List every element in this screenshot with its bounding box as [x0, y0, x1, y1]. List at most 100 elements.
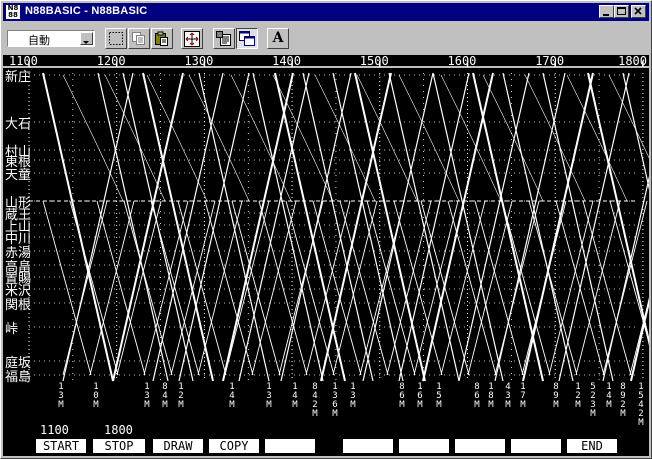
- fkey-2-stop[interactable]: STOP: [93, 439, 145, 453]
- express-train-line: [566, 74, 628, 202]
- train-line-up: [458, 72, 530, 382]
- train-number-label: 13M: [266, 382, 272, 410]
- local-train-line: [62, 200, 108, 376]
- station-label: 米沢: [5, 284, 31, 299]
- station-label: 中川: [5, 232, 31, 247]
- train-number-char: M: [520, 400, 526, 410]
- time-label: 1400: [272, 55, 301, 68]
- express-train-line: [440, 74, 502, 202]
- train-line-up: [362, 72, 434, 382]
- fkey-6[interactable]: [343, 439, 393, 453]
- local-train-line: [224, 200, 270, 376]
- express-train-line: [230, 74, 292, 202]
- time-label: 1800: [618, 55, 647, 68]
- local-train-line: [447, 200, 497, 376]
- font-icon[interactable]: A: [267, 28, 289, 49]
- train-number-char: M: [575, 400, 581, 410]
- local-train-line: [89, 200, 135, 376]
- train-line-up: [178, 72, 250, 382]
- train-line-up: [558, 72, 630, 382]
- fkey-10-end[interactable]: END: [567, 439, 617, 453]
- train-number-label: 14M: [229, 382, 235, 410]
- fkey-3-draw[interactable]: DRAW: [153, 439, 203, 453]
- fkey-4-copy[interactable]: COPY: [209, 439, 259, 453]
- train-number-char: M: [350, 400, 356, 410]
- train-number-label: 14M: [292, 382, 298, 410]
- train-line-down: [542, 72, 614, 382]
- toolbar: 自動 A: [3, 23, 649, 53]
- local-train-line: [467, 200, 513, 376]
- title-bar[interactable]: N8 88 N88BASIC - N88BASIC: [3, 3, 649, 21]
- train-number-char: M: [332, 409, 338, 419]
- time-label: 1500: [360, 55, 389, 68]
- train-number-char: M: [488, 400, 494, 410]
- train-lines: [42, 72, 649, 382]
- train-number-label: 18M: [488, 382, 494, 410]
- range-start-label: 1100: [40, 423, 69, 437]
- train-number-label: 13M: [350, 382, 356, 410]
- train-number-char: M: [399, 400, 405, 410]
- time-label: 1700: [535, 55, 564, 68]
- fkey-9[interactable]: [511, 439, 561, 453]
- train-line-down: [302, 72, 374, 382]
- train-number-char: M: [606, 400, 612, 410]
- train-number-label: 892M: [620, 382, 626, 419]
- select-rect-icon[interactable]: [105, 28, 127, 49]
- express-train-line: [272, 74, 334, 202]
- fullscreen-icon[interactable]: [181, 28, 203, 49]
- train-number-char: M: [144, 400, 150, 410]
- fkey-8[interactable]: [455, 439, 505, 453]
- train-number-label: 17M: [520, 382, 526, 410]
- train-number-label: 14M: [606, 382, 612, 410]
- train-line-up: [238, 72, 310, 382]
- fkey-5[interactable]: [265, 439, 315, 453]
- fkey-1-start[interactable]: START: [36, 439, 86, 453]
- train-number-label: 136M: [332, 382, 338, 419]
- train-number-label: 16M: [417, 382, 423, 410]
- chevron-down-icon[interactable]: [80, 32, 93, 45]
- train-number-label: 86M: [474, 382, 480, 410]
- local-train-line: [555, 200, 605, 376]
- train-diagram: 1100 1200 1300 1400 1500 1600 1700 1800 新庄大石村山東…: [3, 55, 649, 428]
- paste-icon[interactable]: [151, 28, 173, 49]
- local-train-line: [420, 200, 470, 376]
- local-train-line: [575, 200, 621, 376]
- express-train-line: [62, 74, 124, 202]
- time-label: 1100: [9, 55, 38, 68]
- train-number-label: 523M: [590, 382, 596, 419]
- minimize-icon[interactable]: [599, 5, 614, 18]
- properties-icon[interactable]: [213, 28, 235, 49]
- maximize-icon[interactable]: [614, 5, 629, 18]
- fkey-7[interactable]: [399, 439, 449, 453]
- time-label: 1600: [448, 55, 477, 68]
- local-train-line: [197, 200, 243, 376]
- time-label: 1200: [97, 55, 126, 68]
- train-number-char: M: [436, 400, 442, 410]
- local-train-line: [548, 200, 594, 376]
- train-number-label: 1542M: [638, 382, 644, 428]
- train-line-up: [522, 72, 594, 382]
- train-line-down: [502, 72, 574, 382]
- train-number-char: M: [162, 400, 168, 410]
- local-train-line: [204, 200, 254, 376]
- train-number-char: M: [58, 400, 64, 410]
- app-icon[interactable]: N8 88: [6, 5, 20, 19]
- station-label: 峠: [5, 322, 18, 337]
- train-number-label: 12M: [178, 382, 184, 410]
- local-train-line: [386, 200, 432, 376]
- window-mode-icon[interactable]: [236, 28, 258, 49]
- local-train-line: [143, 200, 189, 376]
- train-number-label: 13M: [144, 382, 150, 410]
- copy-icon[interactable]: [128, 28, 150, 49]
- train-number-char: M: [620, 409, 626, 419]
- local-train-line: [609, 200, 649, 345]
- train-number-label: 13M: [58, 382, 64, 410]
- train-number-char: M: [417, 400, 423, 410]
- train-number-label: 86M: [399, 382, 405, 410]
- basic-screen[interactable]: 1100 1200 1300 1400 1500 1600 1700 1800 新庄 大石 村山東…: [3, 55, 649, 456]
- mode-select[interactable]: 自動: [7, 30, 95, 47]
- train-number-char: M: [590, 409, 596, 419]
- local-train-line: [494, 200, 540, 376]
- close-icon[interactable]: [631, 5, 646, 18]
- train-line-down: [42, 72, 114, 382]
